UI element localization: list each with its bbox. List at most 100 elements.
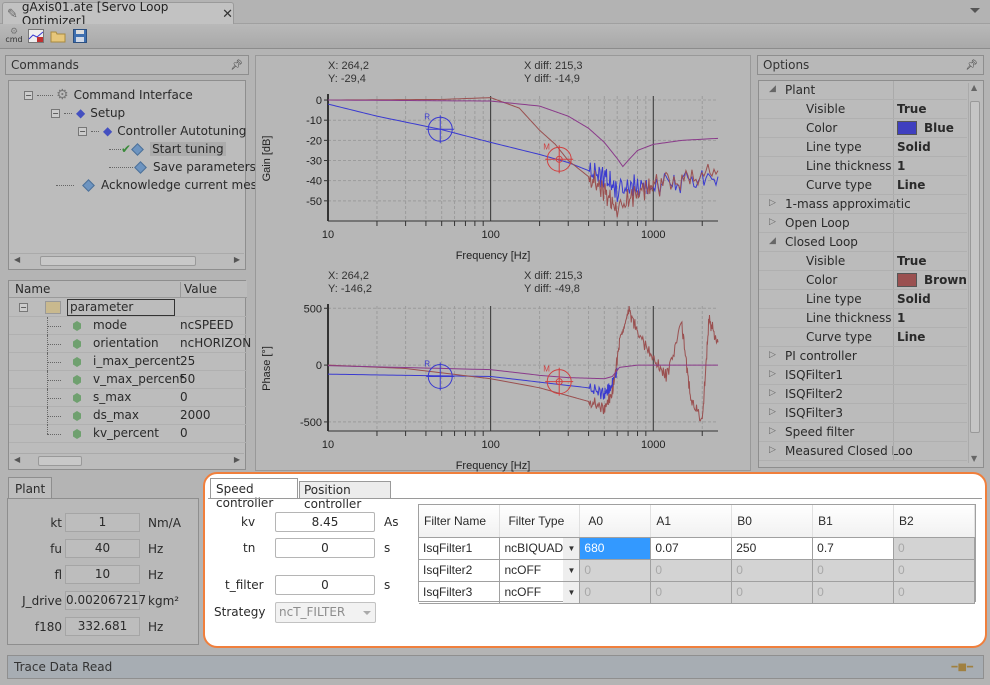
pin-icon[interactable]: 📌︎ xyxy=(965,60,978,71)
collapse-icon[interactable]: − xyxy=(19,303,28,312)
kv-input[interactable]: 8.45 xyxy=(275,512,375,532)
options-property[interactable]: Line thickness 1 xyxy=(759,309,967,328)
parameter-row[interactable]: ds_max 2000 xyxy=(9,407,247,425)
a1-cell[interactable]: 0 xyxy=(650,581,733,604)
options-vscrollbar[interactable]: ▲ ▼ xyxy=(968,83,981,463)
a0-cell[interactable]: 680 xyxy=(579,537,652,560)
options-property[interactable]: Visible True xyxy=(759,252,967,271)
options-category[interactable]: ▷ Measured Closed Loo xyxy=(759,442,967,461)
tab-speed-controller[interactable]: Speed controller xyxy=(210,478,298,510)
collapsed-triangle-icon[interactable]: ▷ xyxy=(769,445,776,455)
b2-cell[interactable]: 0 xyxy=(893,581,975,604)
options-category[interactable]: ◢ Plant xyxy=(759,81,967,100)
options-category[interactable]: ▷ 1-mass approximatic xyxy=(759,195,967,214)
b2-cell[interactable]: 0 xyxy=(893,559,975,582)
options-property[interactable]: Line type Solid xyxy=(759,138,967,157)
collapsed-triangle-icon[interactable]: ▷ xyxy=(769,407,776,417)
tree-item-command-interface[interactable]: − ⚙ Command Interface xyxy=(24,86,193,104)
document-tab[interactable]: ✎ gAxis01.ate [Servo Loop Optimizer] ✕ xyxy=(2,0,234,28)
b1-header[interactable]: B1 xyxy=(812,505,895,538)
parameter-row[interactable]: mode ncSPEED xyxy=(9,317,247,335)
parameter-value[interactable]: ncSPEED xyxy=(180,318,233,332)
options-category[interactable]: ▷ PI controller xyxy=(759,347,967,366)
parameter-grid-hscrollbar[interactable]: ◀ ▶ xyxy=(10,453,244,467)
parameter-row[interactable]: i_max_percent 25 xyxy=(9,353,247,371)
cmd-icon[interactable]: ⚙ cmd xyxy=(5,27,23,45)
collapse-icon[interactable]: − xyxy=(24,90,33,100)
options-property[interactable]: Curve type Line xyxy=(759,328,967,347)
options-category[interactable]: ▷ ISQFilter1 xyxy=(759,366,967,385)
value-column-header[interactable]: Value xyxy=(180,282,217,298)
tree-item-controller-autotuning[interactable]: − ◆ Controller Autotuning xyxy=(78,122,246,140)
collapsed-triangle-icon[interactable]: ▷ xyxy=(769,369,776,379)
a1-header[interactable]: A1 xyxy=(650,505,733,538)
tree-item-acknowledge[interactable]: Acknowledge current messa xyxy=(56,176,271,194)
a0-cell[interactable]: 0 xyxy=(579,581,652,604)
options-category[interactable]: ▷ ISQFilter2 xyxy=(759,385,967,404)
scroll-right-icon[interactable]: ▶ xyxy=(234,255,240,264)
t-filter-input[interactable]: 0 xyxy=(275,575,375,595)
b0-cell[interactable]: 0 xyxy=(731,559,814,582)
tab-position-controller[interactable]: Position controller xyxy=(299,481,391,511)
scroll-thumb[interactable] xyxy=(970,101,980,433)
filter-type-dropdown[interactable]: ncBIQUAD ▼ xyxy=(499,537,581,560)
command-tree-hscrollbar[interactable]: ◀ ▶ xyxy=(10,253,244,267)
options-category[interactable]: ▷ Open Loop xyxy=(759,214,967,233)
scroll-thumb[interactable] xyxy=(38,456,82,466)
b1-cell[interactable]: 0.7 xyxy=(812,537,895,560)
collapse-icon[interactable]: − xyxy=(51,108,60,118)
options-property[interactable]: Curve type Line xyxy=(759,176,967,195)
tn-input[interactable]: 0 xyxy=(275,538,375,558)
parameter-value[interactable]: 2000 xyxy=(180,408,211,422)
options-category[interactable]: ▷ Speed filter xyxy=(759,423,967,442)
tree-item-start-tuning[interactable]: ✔ Start tuning xyxy=(109,140,226,158)
scroll-left-icon[interactable]: ◀ xyxy=(14,255,20,264)
tab-menu-dropdown-icon[interactable] xyxy=(970,8,980,13)
scroll-thumb[interactable] xyxy=(40,256,196,266)
filter-name-header[interactable]: Filter Name xyxy=(419,505,501,538)
bode-charts-svg[interactable]: 0-10-20-30-40-5010 100 1000Frequency [Hz]G… xyxy=(256,56,752,472)
filter-type-header[interactable]: Filter Type xyxy=(499,505,581,538)
a0-cell[interactable]: 0 xyxy=(579,559,652,582)
options-property[interactable]: Line type Solid xyxy=(759,290,967,309)
parameter-row[interactable]: orientation ncHORIZON xyxy=(9,335,251,353)
b0-cell[interactable]: 0 xyxy=(731,581,814,604)
parameter-row[interactable]: kv_percent 0 xyxy=(9,425,247,443)
collapsed-triangle-icon[interactable]: ▷ xyxy=(769,388,776,398)
parameter-root-row[interactable]: − parameter xyxy=(9,299,247,317)
collapsed-triangle-icon[interactable]: ▷ xyxy=(769,350,776,360)
parameter-value[interactable]: 25 xyxy=(180,354,195,368)
filter-type-dropdown[interactable]: ncOFF ▼ xyxy=(499,559,581,582)
b2-header[interactable]: B2 xyxy=(893,505,975,538)
chevron-down-icon[interactable]: ▼ xyxy=(563,559,580,581)
chevron-down-icon[interactable]: ▼ xyxy=(563,537,580,559)
open-folder-icon[interactable] xyxy=(49,27,67,45)
a1-cell[interactable]: 0.07 xyxy=(650,537,733,560)
pin-icon[interactable]: 📌︎ xyxy=(230,60,243,71)
parameter-value[interactable]: 0 xyxy=(180,390,188,404)
collapsed-triangle-icon[interactable]: ▷ xyxy=(769,217,776,227)
name-column-header[interactable]: Name xyxy=(15,282,50,296)
tree-item-setup[interactable]: − ◆ Setup xyxy=(51,104,125,122)
collapsed-triangle-icon[interactable]: ▷ xyxy=(769,198,776,208)
options-property[interactable]: Visible True xyxy=(759,100,967,119)
options-property[interactable]: Color Blue xyxy=(759,119,967,138)
b2-cell[interactable]: 0 xyxy=(893,537,975,560)
parameter-value[interactable]: 50 xyxy=(180,372,195,386)
save-icon[interactable] xyxy=(71,27,89,45)
chevron-down-icon[interactable]: ▼ xyxy=(563,581,580,603)
collapsed-triangle-icon[interactable]: ▷ xyxy=(769,426,776,436)
scroll-right-icon[interactable]: ▶ xyxy=(234,455,240,464)
trace-chart-icon[interactable] xyxy=(27,27,45,45)
options-category[interactable]: ◢ Closed Loop xyxy=(759,233,967,252)
b1-cell[interactable]: 0 xyxy=(812,581,895,604)
tab-plant[interactable]: Plant xyxy=(8,477,52,499)
parameter-value[interactable]: 0 xyxy=(180,426,188,440)
b0-cell[interactable]: 250 xyxy=(731,537,814,560)
expanded-triangle-icon[interactable]: ◢ xyxy=(769,236,776,246)
b1-cell[interactable]: 0 xyxy=(812,559,895,582)
parameter-row[interactable]: s_max 0 xyxy=(9,389,247,407)
options-category[interactable]: ▷ ISQFilter3 xyxy=(759,404,967,423)
options-property[interactable]: Line thickness 1 xyxy=(759,157,967,176)
collapse-icon[interactable]: − xyxy=(78,126,87,136)
